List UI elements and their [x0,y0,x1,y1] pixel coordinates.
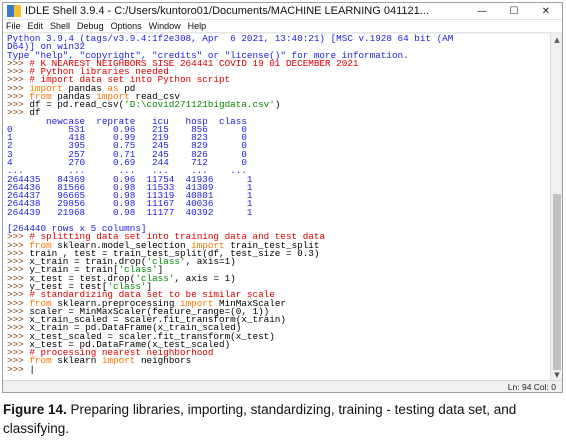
shell-line: >>> | [7,363,550,375]
shell-line: >>> from sklearn import neighbors [7,355,550,367]
shell-text-segment: 'D:\covid271121bigdata.csv' [124,99,275,111]
shell-text-segment: neighbors [135,355,192,367]
menu-shell[interactable]: Shell [50,21,70,31]
figure-label: Figure 14. [3,402,67,417]
menu-help[interactable]: Help [188,21,207,31]
python-app-icon [7,5,21,17]
shell-line: Python 3.9.4 (tags/v3.9.4:1f2e308, Apr 6… [7,34,550,43]
menu-file[interactable]: File [6,21,21,31]
scroll-up-arrow-icon[interactable]: ▲ [551,34,562,46]
window-controls: — ☐ ✕ [466,3,562,20]
shell-text-segment: import [101,355,136,367]
shell-text-segment: ) [274,99,281,111]
maximize-button[interactable]: ☐ [498,3,530,20]
menu-options[interactable]: Options [111,21,142,31]
window-title: IDLE Shell 3.9.4 - C:/Users/kuntoro01/Do… [25,5,429,17]
shell-line: >>> df = pd.read_csv('D:\covid271121bigd… [7,99,550,111]
menu-bar: File Edit Shell Debug Options Window Hel… [3,20,562,33]
menu-window[interactable]: Window [149,21,181,31]
shell-text-segment: , axis = 1) [174,272,236,284]
figure-caption-text: Preparing libraries, importing, standard… [3,402,517,436]
shell-text-area[interactable]: Python 3.9.4 (tags/v3.9.4:1f2e308, Apr 6… [3,34,550,381]
close-button[interactable]: ✕ [530,3,562,20]
status-bar: Ln: 94 Col: 0 [3,380,562,392]
shell-text-segment: df = pd.read_csv( [29,99,125,111]
menu-edit[interactable]: Edit [28,21,44,31]
shell-line: 264439 21968 0.98 11177 40392 1 [7,206,550,218]
shell-text-segment: 264439 21968 0.98 11177 40392 1 [7,206,253,218]
shell-text-segment: | [29,363,35,375]
minimize-button[interactable]: — [466,3,498,20]
title-bar[interactable]: IDLE Shell 3.9.4 - C:/Users/kuntoro01/Do… [3,3,562,20]
cursor-position: Ln: 94 Col: 0 [507,382,556,392]
menu-debug[interactable]: Debug [77,21,104,31]
vertical-scrollbar[interactable]: ▲ ▼ [550,34,562,381]
shell-text-segment: , axis=1) [185,256,236,268]
scrollbar-thumb[interactable] [553,194,561,370]
shell-text-segment: >>> [7,363,30,375]
shell-text-segment: sklearn [51,355,102,367]
idle-shell-window: IDLE Shell 3.9.4 - C:/Users/kuntoro01/Do… [2,2,563,393]
figure-caption: Figure 14. Preparing libraries, importin… [3,400,563,438]
